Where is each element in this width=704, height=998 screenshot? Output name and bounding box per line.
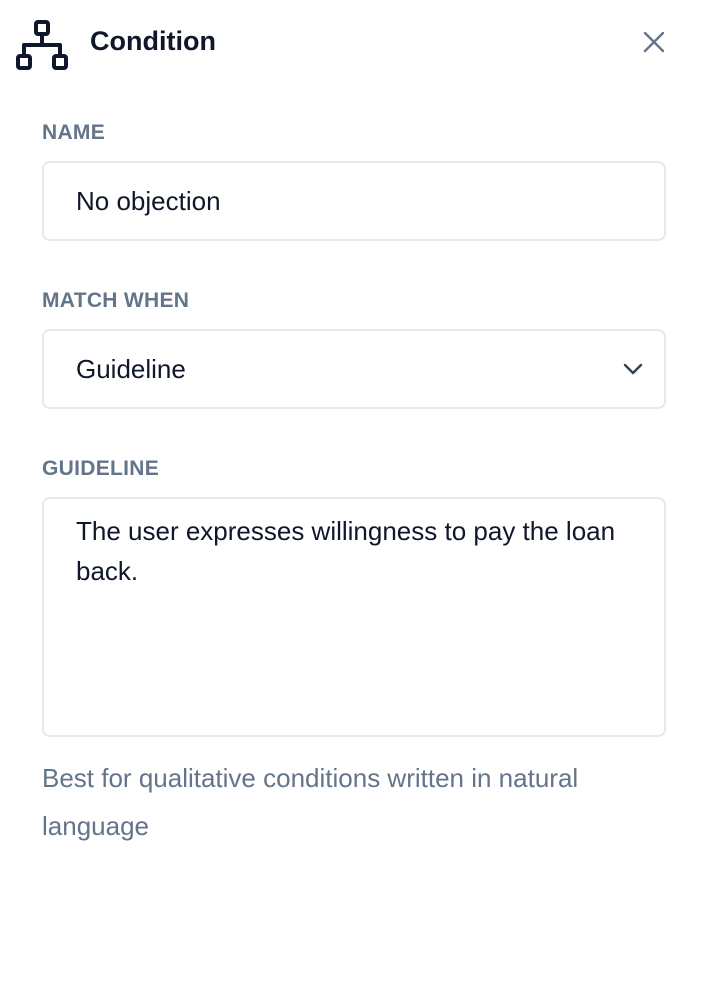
guideline-textarea[interactable]: The user expresses willingness to pay th… [42,497,666,737]
name-input-value: No objection [76,186,221,216]
guideline-textarea-value: The user expresses willingness to pay th… [76,516,616,586]
match-when-select[interactable]: Guideline [42,329,666,409]
chevron-down-icon [623,363,643,375]
name-label: NAME [42,121,106,144]
match-when-selected-value: Guideline [76,354,186,384]
close-button[interactable] [636,24,672,60]
hierarchy-icon [16,19,68,71]
panel-title: Condition [90,26,216,56]
match-when-label: MATCH WHEN [42,289,190,312]
panel-header: Condition [0,0,704,84]
condition-panel: Condition NAME No objection MATCH WHEN G… [0,0,704,998]
guideline-help-text: Best for qualitative conditions written … [42,763,579,841]
guideline-label: GUIDELINE [42,457,160,480]
close-icon [643,31,665,53]
name-input[interactable]: No objection [42,161,666,241]
